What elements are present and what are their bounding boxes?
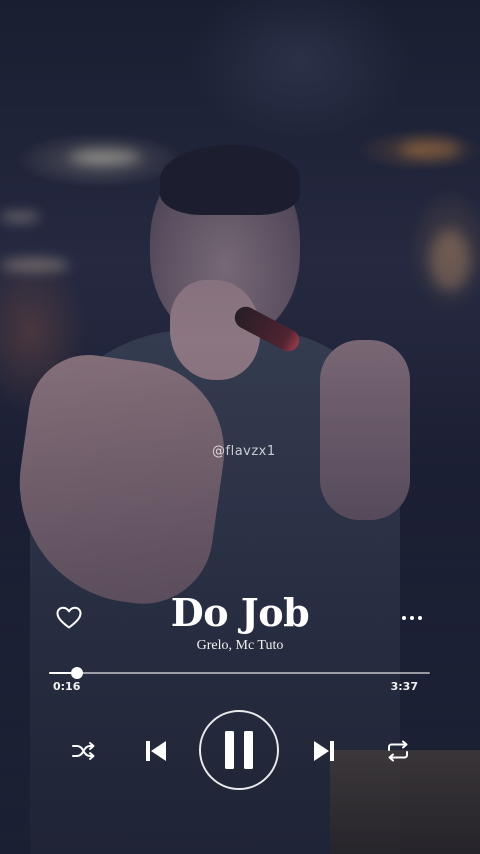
elapsed-time: 0:16 (53, 680, 81, 693)
skip-previous-icon (146, 741, 166, 761)
shuffle-button[interactable] (70, 738, 96, 764)
music-player-screen: @flavzx1 Do Job Grelo, Mc Tuto 0:16 3:37 (0, 0, 480, 854)
more-options-button[interactable] (400, 608, 424, 628)
repeat-icon (388, 740, 408, 762)
next-track-button[interactable] (310, 736, 338, 766)
play-pause-button[interactable] (199, 710, 279, 790)
artist-names: Grelo, Mc Tuto (196, 638, 284, 653)
shuffle-icon (72, 742, 95, 760)
watermark-text: @flavzx1 (212, 444, 276, 459)
more-horizontal-icon (402, 616, 422, 620)
progress-bar[interactable] (49, 667, 430, 679)
pause-icon (225, 731, 253, 769)
previous-track-button[interactable] (142, 736, 170, 766)
repeat-button[interactable] (384, 738, 412, 764)
skip-next-icon (314, 741, 334, 761)
total-duration: 3:37 (390, 680, 418, 693)
